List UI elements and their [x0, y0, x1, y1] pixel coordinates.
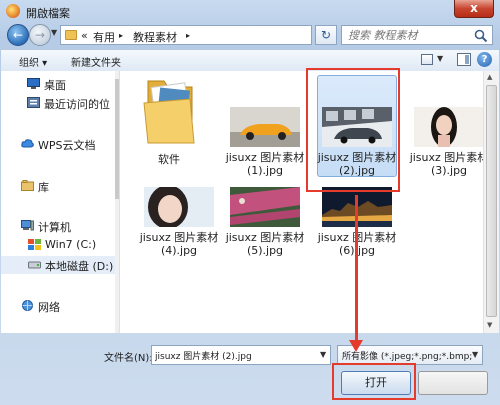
address-bar[interactable]: « 有用 ▸ 教程素材 ▸ ▼ [60, 25, 367, 45]
image-thumbnail-closeup-icon [144, 187, 214, 227]
sidebar-scrollbar-thumb[interactable] [115, 79, 119, 199]
open-file-dialog: 開啟檔案 x ← → ▼ « 有用 ▸ 教程素材 ▸ ▼ ↻ 组织 ▾ 新建文件… [0, 0, 500, 405]
sidebar-item-desktop[interactable]: 桌面 [1, 75, 119, 93]
dialog-footer: 文件名(N): ▼ 所有影像 (*.jpeg;*.png;*.bmp; ▼ 打开 [0, 334, 500, 405]
sidebar-item-drive-d[interactable]: 本地磁盘 (D:) [1, 256, 119, 274]
sidebar-item-label: 网络 [38, 301, 60, 314]
search-icon[interactable] [474, 29, 488, 43]
sidebar-item-wps-cloud[interactable]: WPS云文档 [1, 135, 119, 153]
annotation-arrow-line [355, 195, 358, 342]
back-button[interactable]: ← [7, 24, 29, 46]
sidebar-item-label: 库 [38, 181, 49, 194]
navigation-pane: 桌面 最近访问的位 WPS云文档 库 计算机 Win7 (C:) 本地磁盘 (D… [1, 71, 120, 333]
network-icon [21, 300, 34, 311]
folder-icon [65, 30, 77, 40]
preview-pane-icon[interactable] [457, 53, 471, 66]
file-item-image[interactable]: jisuxz 图片素材 (1).jpg [225, 75, 305, 185]
desktop-icon [27, 78, 40, 89]
recent-places-icon [27, 97, 40, 108]
image-thumbnail-flowers-icon [230, 187, 300, 227]
breadcrumb-overflow[interactable]: « [81, 29, 88, 42]
title-bar: 開啟檔案 x [0, 0, 500, 22]
file-name: jisuxz 图片素材 (3).jpg [409, 151, 489, 177]
sidebar-item-label: 最近访问的位 [44, 98, 110, 111]
scroll-down-icon[interactable]: ▼ [487, 321, 492, 329]
refresh-button[interactable]: ↻ [315, 25, 337, 45]
local-disk-icon [28, 259, 41, 270]
cancel-button[interactable] [418, 371, 488, 395]
window-title: 開啟檔案 [26, 7, 70, 20]
file-name: jisuxz 图片素材 (4).jpg [139, 231, 219, 257]
close-button[interactable]: x [454, 0, 494, 18]
file-item-image[interactable]: jisuxz 图片素材 (5).jpg [225, 181, 305, 291]
file-list-scrollbar[interactable]: ▲ ▼ [483, 71, 499, 333]
library-icon [21, 180, 34, 191]
folder-icon [143, 80, 195, 144]
search-input[interactable] [342, 26, 470, 44]
image-thumbnail-portrait-icon [414, 107, 484, 147]
organize-menu[interactable]: 组织 ▾ [19, 54, 47, 69]
view-dropdown-icon[interactable]: ▼ [437, 54, 443, 63]
sidebar-item-libraries[interactable]: 库 [1, 177, 119, 195]
annotation-arrow-head-icon [349, 340, 363, 352]
sidebar-item-label: WPS云文档 [38, 139, 96, 152]
file-list-scrollbar-thumb[interactable] [486, 85, 497, 317]
sidebar-item-label: 本地磁盘 (D:) [45, 260, 114, 273]
image-thumbnail-car-icon [230, 107, 300, 147]
new-folder-button[interactable]: 新建文件夹 [71, 54, 121, 69]
forward-button[interactable]: → [29, 24, 51, 46]
sidebar-item-computer[interactable]: 计算机 [1, 217, 119, 235]
help-icon[interactable]: ? [477, 52, 492, 67]
windows-drive-icon [28, 239, 41, 250]
cloud-icon [21, 138, 34, 149]
file-name: jisuxz 图片素材 (1).jpg [225, 151, 305, 177]
filename-dropdown-icon[interactable]: ▼ [320, 350, 326, 359]
sidebar-item-recent[interactable]: 最近访问的位 [1, 94, 119, 112]
sidebar-item-network[interactable]: 网络 [1, 297, 119, 315]
filetype-dropdown-icon[interactable]: ▼ [472, 350, 478, 359]
breadcrumb-item[interactable]: 有用 [93, 29, 115, 45]
breadcrumb-separator[interactable]: ▸ [119, 31, 123, 40]
file-name: 软件 [158, 153, 180, 166]
breadcrumb-item[interactable]: 教程素材 [133, 29, 177, 45]
browser-content: 桌面 最近访问的位 WPS云文档 库 计算机 Win7 (C:) 本地磁盘 (D… [1, 71, 499, 333]
recent-pages-dropdown-icon[interactable]: ▼ [51, 28, 57, 37]
file-item-image[interactable]: jisuxz 图片素材 (4).jpg [139, 181, 219, 291]
sidebar-item-drive-c[interactable]: Win7 (C:) [1, 236, 119, 254]
sidebar-item-label: 桌面 [44, 79, 66, 92]
command-toolbar: 组织 ▾ 新建文件夹 ▼ ? [1, 49, 499, 72]
filename-input[interactable] [152, 346, 318, 364]
highlight-box-open-button [332, 363, 416, 400]
filename-combobox[interactable]: ▼ [151, 345, 331, 365]
app-icon [6, 4, 20, 18]
search-box[interactable] [341, 25, 493, 45]
sidebar-scrollbar[interactable] [115, 71, 119, 333]
scroll-up-icon[interactable]: ▲ [487, 73, 492, 81]
sidebar-item-label: Win7 (C:) [45, 238, 97, 251]
highlight-box-selected-file [306, 68, 400, 192]
file-item-image[interactable]: jisuxz 图片素材 (3).jpg [409, 75, 489, 185]
breadcrumb-separator[interactable]: ▸ [186, 31, 190, 40]
sidebar-item-label: 计算机 [38, 221, 71, 234]
computer-icon [21, 220, 34, 231]
filename-label: 文件名(N): [104, 353, 153, 364]
file-name: jisuxz 图片素材 (5).jpg [225, 231, 305, 257]
change-view-icon[interactable] [421, 54, 433, 65]
file-item-folder[interactable]: 软件 [129, 75, 209, 185]
